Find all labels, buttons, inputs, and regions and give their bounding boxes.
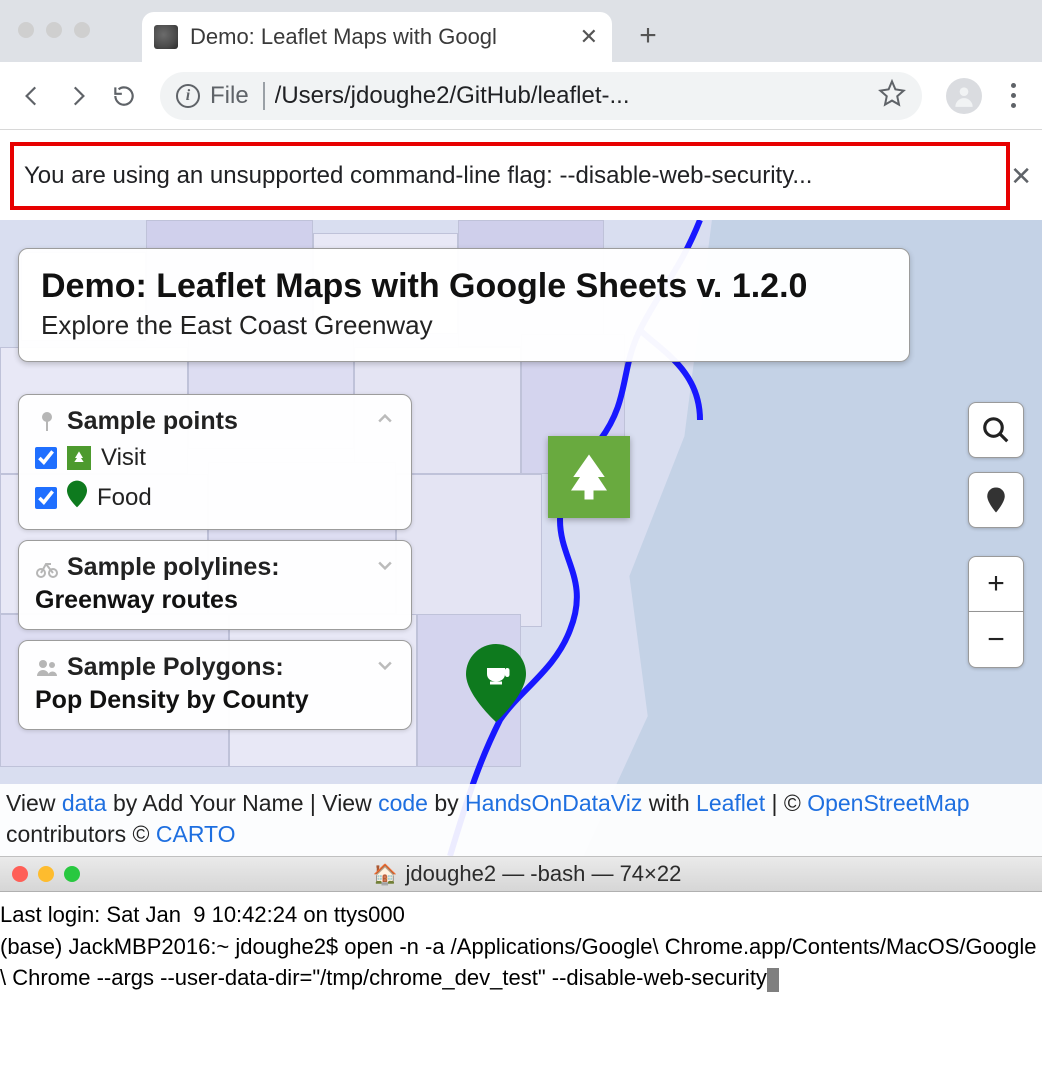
new-tab-button[interactable]: + (628, 16, 668, 56)
legend-checkbox-visit[interactable] (35, 447, 57, 469)
legend-header-polygons[interactable]: Sample Polygons: (35, 653, 395, 682)
back-button[interactable] (14, 78, 50, 114)
legend-checkbox-food[interactable] (35, 487, 57, 509)
forward-button[interactable] (60, 78, 96, 114)
map-marker-visit[interactable] (548, 436, 630, 518)
terminal-traffic-lights (12, 866, 80, 882)
terminal-zoom-dot[interactable] (64, 866, 80, 882)
legend-polylines-title: Sample polylines: (67, 553, 280, 582)
zoom-controls: + − (968, 556, 1024, 668)
legend-items: Visit Food (35, 444, 395, 515)
window-minimize-dot[interactable] (46, 22, 62, 38)
map-title-card: Demo: Leaflet Maps with Google Sheets v.… (18, 248, 910, 362)
map-locate-button[interactable] (968, 472, 1024, 528)
link-data[interactable]: data (62, 790, 107, 816)
window-zoom-dot[interactable] (74, 22, 90, 38)
link-leaflet[interactable]: Leaflet (696, 790, 765, 816)
pushpin-icon (35, 410, 59, 434)
legend-label-visit: Visit (101, 444, 146, 472)
legend-polygons-sub: Pop Density by County (35, 686, 395, 715)
address-bar[interactable]: i File /Users/jdoughe2/GitHub/leaflet-..… (160, 72, 922, 120)
terminal-title-text: jdoughe2 — -bash — 74×22 (406, 861, 682, 887)
window-close-dot[interactable] (18, 22, 34, 38)
map-title: Demo: Leaflet Maps with Google Sheets v.… (41, 267, 887, 306)
link-carto[interactable]: CARTO (156, 821, 236, 847)
legend-header-points[interactable]: Sample points (35, 407, 395, 436)
link-code[interactable]: code (378, 790, 428, 816)
browser-toolbar: i File /Users/jdoughe2/GitHub/leaflet-..… (0, 62, 1042, 130)
legend-header-polylines[interactable]: Sample polylines: (35, 553, 395, 582)
tab-favicon (154, 25, 178, 49)
map-controls: + − (968, 402, 1024, 668)
zoom-in-button[interactable]: + (968, 556, 1024, 612)
terminal-titlebar[interactable]: 🏠 jdoughe2 — -bash — 74×22 (0, 856, 1042, 892)
legend-panel-points: Sample points Visit Food (18, 394, 412, 530)
url-path: /Users/jdoughe2/GitHub/leaflet-... (275, 82, 630, 110)
chevron-down-icon (375, 653, 395, 682)
pin-icon (67, 480, 87, 515)
tab-strip: Demo: Leaflet Maps with Googl ✕ + (0, 0, 1042, 62)
infobar-text: You are using an unsupported command-lin… (24, 162, 812, 189)
terminal-window: 🏠 jdoughe2 — -bash — 74×22 Last login: S… (0, 856, 1042, 1056)
legend-panel-polylines: Sample polylines: Greenway routes (18, 540, 412, 630)
unsupported-flag-infobar: You are using an unsupported command-lin… (10, 142, 1010, 210)
url-scheme: File (210, 82, 265, 110)
infobar-container: You are using an unsupported command-lin… (0, 130, 1042, 220)
tree-icon (67, 446, 91, 470)
terminal-close-dot[interactable] (12, 866, 28, 882)
site-info-icon[interactable]: i (176, 84, 200, 108)
browser-tab[interactable]: Demo: Leaflet Maps with Googl ✕ (142, 12, 612, 62)
terminal-line-1: Last login: Sat Jan 9 10:42:24 on ttys00… (0, 902, 405, 927)
map-attribution: View data by Add Your Name | View code b… (0, 784, 1042, 856)
zoom-out-button[interactable]: − (968, 612, 1024, 668)
map-search-button[interactable] (968, 402, 1024, 458)
legend-points-title: Sample points (67, 407, 238, 436)
terminal-cursor (767, 968, 779, 992)
home-icon: 🏠 (373, 862, 398, 887)
chevron-up-icon (375, 407, 395, 436)
leaflet-map[interactable]: Demo: Leaflet Maps with Google Sheets v.… (0, 220, 1042, 856)
legend-item-visit[interactable]: Visit (35, 444, 395, 472)
terminal-line-2: (base) JackMBP2016:~ jdoughe2$ open -n -… (0, 934, 1036, 991)
legend-item-food[interactable]: Food (35, 480, 395, 515)
chevron-down-icon (375, 553, 395, 582)
map-legend: Sample points Visit Food Sample pol (18, 394, 412, 730)
link-handsondataviz[interactable]: HandsOnDataViz (465, 790, 642, 816)
browser-chrome: Demo: Leaflet Maps with Googl ✕ + i File… (0, 0, 1042, 130)
window-traffic-lights (18, 22, 90, 38)
map-marker-food[interactable] (466, 644, 526, 727)
legend-polygons-title: Sample Polygons: (67, 653, 284, 682)
legend-polylines-sub: Greenway routes (35, 586, 395, 615)
map-subtitle: Explore the East Coast Greenway (41, 310, 887, 341)
link-osm[interactable]: OpenStreetMap (807, 790, 969, 816)
profile-avatar-icon[interactable] (946, 78, 982, 114)
legend-panel-polygons: Sample Polygons: Pop Density by County (18, 640, 412, 730)
terminal-title: 🏠 jdoughe2 — -bash — 74×22 (90, 861, 964, 887)
browser-menu-button[interactable] (998, 83, 1028, 108)
bike-icon (35, 556, 59, 580)
infobar-close-icon[interactable]: ✕ (1010, 161, 1032, 192)
close-icon[interactable]: ✕ (580, 24, 598, 50)
reload-button[interactable] (106, 78, 142, 114)
bookmark-star-icon[interactable] (878, 79, 906, 112)
terminal-minimize-dot[interactable] (38, 866, 54, 882)
people-icon (35, 656, 59, 680)
legend-label-food: Food (97, 484, 152, 512)
tab-title: Demo: Leaflet Maps with Googl (190, 24, 572, 50)
terminal-body[interactable]: Last login: Sat Jan 9 10:42:24 on ttys00… (0, 892, 1042, 1056)
